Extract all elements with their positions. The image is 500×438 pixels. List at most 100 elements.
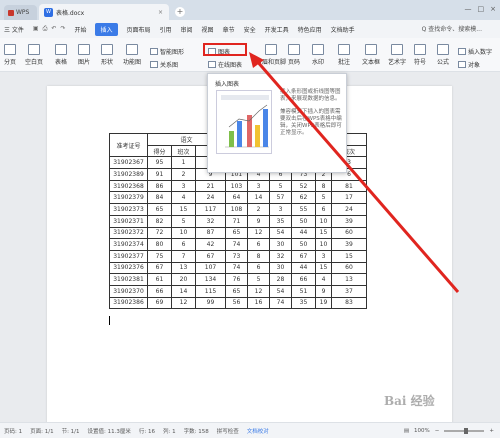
table-cell[interactable]: 5 [171,214,196,228]
relation-graph-button[interactable]: 关系图 [150,60,178,69]
zoom-level[interactable]: 100% [414,428,430,434]
table-cell[interactable]: 62 [291,191,316,205]
table-cell[interactable]: 31902377 [109,249,148,263]
table-cell[interactable]: 83 [331,296,367,310]
table-cell[interactable]: 117 [195,203,226,216]
table-cell[interactable]: 13 [331,273,367,286]
spell-check-toggle[interactable]: 拼写检查 [217,427,239,435]
table-cell[interactable]: 115 [195,284,226,298]
table-cell[interactable]: 9 [247,214,270,228]
table-cell[interactable]: 65 [225,284,248,298]
table-cell[interactable]: 55 [291,203,316,216]
menu-page-layout[interactable]: 页面布局 [127,25,151,34]
blank-page-button[interactable]: 空白页 [25,44,43,66]
table-cell[interactable]: 31902381 [109,273,148,286]
table-cell[interactable]: 24 [195,191,226,205]
table-cell[interactable]: 82 [147,214,172,228]
table-cell[interactable]: 3 [171,179,196,193]
command-search[interactable]: Q 查找命令、搜索模... [422,24,482,33]
table-cell[interactable]: 60 [331,261,367,275]
table-cell[interactable]: 3 [315,249,332,263]
table-cell[interactable]: 75 [147,249,172,263]
table-cell[interactable]: 107 [195,261,226,275]
print-icon[interactable]: ⎙ [43,25,48,33]
table-cell[interactable]: 15 [315,261,332,275]
table-cell[interactable]: 8 [247,249,270,263]
table-cell[interactable]: 65 [147,203,172,216]
table-cell[interactable]: 72 [147,226,172,240]
table-cell[interactable]: 74 [225,238,248,251]
status-words[interactable]: 字数: 158 [184,427,209,435]
watermark-button[interactable]: 水印 [312,44,324,66]
symbol-button[interactable]: 符号 [414,44,426,66]
table-cell[interactable]: 64 [225,191,248,205]
table-cell[interactable]: 9 [315,284,332,298]
table-cell[interactable]: 65 [225,226,248,240]
table-cell[interactable]: 74 [225,261,248,275]
table-cell[interactable]: 57 [269,191,292,205]
table-cell[interactable]: 32 [269,249,292,263]
table-cell[interactable]: 20 [171,273,196,286]
table-cell[interactable]: 81 [331,179,367,193]
table-cell[interactable]: 31902373 [109,203,148,216]
table-cell[interactable]: 31902371 [109,214,148,228]
table-cell[interactable]: 31902368 [109,179,148,193]
table-cell[interactable]: 31902386 [109,296,148,310]
table-cell[interactable]: 51 [291,284,316,298]
table-cell[interactable]: 52 [291,179,316,193]
table-cell[interactable]: 31902379 [109,191,148,205]
table-cell[interactable]: 1 [171,156,196,170]
table-cell[interactable]: 69 [147,296,172,310]
table-cell[interactable]: 10 [315,214,332,228]
table-cell[interactable]: 6 [171,238,196,251]
table-cell[interactable]: 37 [331,284,367,298]
shape-button[interactable]: 形状 [101,44,113,66]
table-cell[interactable]: 12 [247,284,270,298]
table-cell[interactable]: 5 [315,191,332,205]
table-cell[interactable]: 21 [195,179,226,193]
view-mode-icon[interactable]: ▤ [404,428,409,434]
table-cell[interactable]: 54 [269,226,292,240]
table-cell[interactable]: 14 [171,284,196,298]
object-button[interactable]: 对象 [458,60,480,69]
table-cell[interactable]: 15 [171,203,196,216]
table-cell[interactable]: 60 [331,226,367,240]
table-cell[interactable]: 61 [147,273,172,286]
table-cell[interactable]: 12 [247,226,270,240]
minimize-icon[interactable]: — [465,5,472,13]
new-tab-button[interactable]: + [175,7,185,17]
redo-icon[interactable]: ↷ [60,25,65,33]
undo-icon[interactable]: ↶ [51,25,56,33]
table-cell[interactable]: 50 [291,238,316,251]
doc-proof-link[interactable]: 文档校对 [247,427,269,435]
zoom-out-icon[interactable]: − [435,428,440,434]
table-cell[interactable]: 31902372 [109,226,148,240]
table-cell[interactable]: 14 [247,191,270,205]
table-cell[interactable]: 80 [147,238,172,251]
menu-chapter[interactable]: 章节 [223,25,235,34]
table-cell[interactable]: 54 [269,284,292,298]
table-cell[interactable]: 30 [269,238,292,251]
table-cell[interactable]: 39 [331,238,367,251]
table-cell[interactable]: 56 [225,296,248,310]
table-cell[interactable]: 42 [195,238,226,251]
tab-document[interactable]: W 表格.docx × [39,4,169,20]
save-icon[interactable]: ▣ [33,25,39,33]
table-cell[interactable]: 67 [291,249,316,263]
table-cell[interactable]: 91 [147,168,172,181]
menu-doc-assistant[interactable]: 文档助手 [331,25,355,34]
table-cell[interactable]: 35 [291,296,316,310]
art-text-button[interactable]: 艺术字 [388,44,406,66]
close-window-icon[interactable]: × [490,5,496,13]
smart-graphic-button[interactable]: 智能图形 [150,47,184,56]
table-cell[interactable]: 15 [315,226,332,240]
table-cell[interactable]: 19 [315,296,332,310]
menu-review[interactable]: 审阅 [181,25,193,34]
table-cell[interactable]: 99 [195,296,226,310]
table-cell[interactable]: 108 [225,203,248,216]
table-cell[interactable]: 31902370 [109,284,148,298]
table-cell[interactable]: 31902376 [109,261,148,275]
table-cell[interactable]: 5 [247,273,270,286]
table-cell[interactable]: 4 [171,191,196,205]
table-cell[interactable]: 66 [291,273,316,286]
